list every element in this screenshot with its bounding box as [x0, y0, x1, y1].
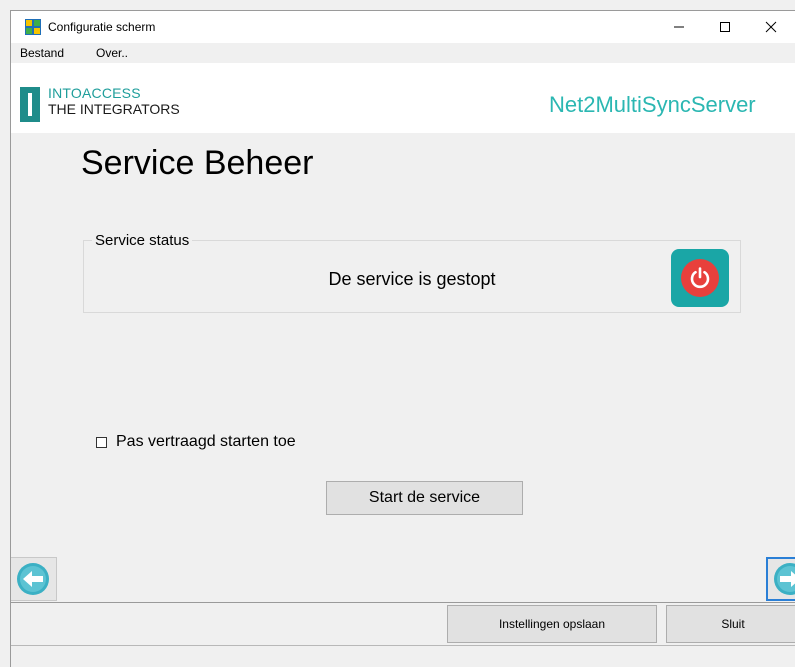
arrow-left-icon [17, 563, 49, 595]
maximize-icon [720, 22, 730, 32]
footer-bottom-border [11, 645, 795, 646]
footer-divider [11, 602, 795, 603]
delayed-start-checkbox[interactable] [96, 436, 107, 448]
service-status-group: Service status De service is gestopt [83, 232, 741, 313]
product-name: Net2MultiSyncServer [549, 92, 756, 117]
close-button[interactable]: Sluit [666, 605, 795, 643]
save-settings-button[interactable]: Instellingen opslaan [447, 605, 657, 643]
logo-text-company: INTOACCESS [48, 85, 141, 101]
app-window: Configuratie scherm Bestand Over.. INTOA… [10, 10, 795, 667]
menu-bestand[interactable]: Bestand [20, 46, 64, 60]
delayed-start-label: Pas vertraagd starten toe [116, 433, 296, 450]
brand-banner: INTOACCESS THE INTEGRATORS Net2MultiSync… [11, 63, 795, 133]
intoaccess-logo-icon [20, 87, 40, 122]
start-service-button[interactable]: Start de service [326, 481, 523, 515]
title-bar: Configuratie scherm [11, 11, 795, 43]
back-button[interactable] [11, 557, 57, 601]
service-power-button[interactable] [671, 249, 729, 307]
delayed-start-option[interactable]: Pas vertraagd starten toe [96, 433, 296, 451]
maximize-button[interactable] [702, 11, 748, 43]
page-title: Service Beheer [81, 144, 314, 182]
service-status-label: Service status [92, 232, 193, 249]
app-icon [25, 19, 41, 35]
power-icon [681, 259, 719, 297]
close-icon [765, 21, 777, 33]
window-title: Configuratie scherm [48, 20, 156, 34]
menu-over[interactable]: Over.. [96, 46, 128, 60]
menu-bar: Bestand Over.. [11, 43, 795, 63]
next-button[interactable] [766, 557, 795, 601]
minimize-icon [674, 26, 684, 28]
close-window-button[interactable] [748, 11, 794, 43]
minimize-button[interactable] [656, 11, 702, 43]
logo-text-tagline: THE INTEGRATORS [48, 101, 180, 117]
arrow-right-icon [774, 563, 795, 595]
service-status-text: De service is gestopt [328, 269, 496, 289]
